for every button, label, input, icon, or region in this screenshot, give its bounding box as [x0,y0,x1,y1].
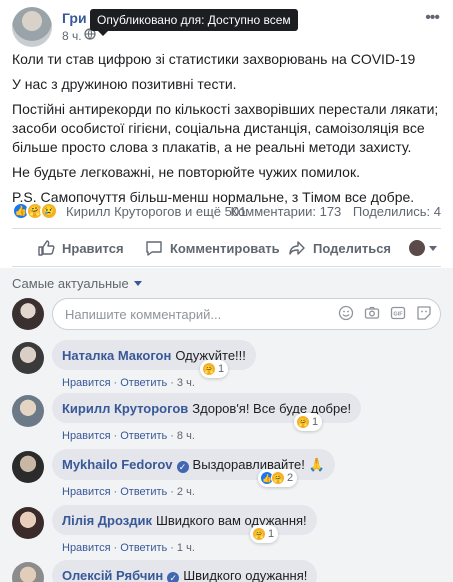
comment-author[interactable]: Кирилл Круторогов [62,401,188,416]
comment-meta: Нравится · Ответить · 3 ч. [62,377,195,389]
comment-reactions[interactable]: 🤗 1 [250,525,279,543]
comment-author[interactable]: Наталка Макогон [62,348,171,363]
verified-badge-icon: ✓ [167,572,180,582]
audience-tooltip: Опубликовано для: Доступно всем [90,9,298,36]
comment-meta: Нравится · Ответить · 1 ч. [62,542,195,554]
reaction-count: 1 [312,416,319,428]
comment-item: Олексій Рябчин ✓ Швидкого одужання! [12,560,441,582]
comment-like-link[interactable]: Нравится [62,542,111,554]
comment-author[interactable]: Mykhailo Fedorov [62,457,173,472]
comment-button[interactable]: Комментировать [145,232,280,264]
comment-icon [146,241,162,256]
comment-like-link[interactable]: Нравится [62,486,111,498]
like-button[interactable]: Нравится [37,232,124,264]
post-paragraph: У нас з дружиною позитивні тести. [12,76,237,92]
comment-meta: Нравится · Ответить · 8 ч. [62,430,195,442]
chevron-down-icon [133,281,142,286]
comment-item: Наталка Макогон Одужуйте!!! 🤗 1 Нравится ·… [12,340,441,390]
care-reaction-icon: 🤗 [296,415,310,429]
comment-reactions[interactable]: 🤗 1 [200,360,229,378]
comments-section: Самые актуальные GIF [0,268,453,582]
svg-text:GIF: GIF [393,312,403,318]
reactions-summary: 👍 🤗 😢 Кирилл Круторогов и ещё 501 Коммен… [12,202,441,222]
comment-reactions[interactable]: 🤗 1 [294,413,323,431]
comment-author[interactable]: Олексій Рябчин [62,568,163,582]
comment-reply-link[interactable]: Ответить [120,542,167,554]
comment-time[interactable]: 1 ч. [177,542,195,554]
care-reaction-icon: 🤗 [252,527,266,541]
sad-reaction-icon: 😢 [40,202,58,220]
comment-author[interactable]: Лілія Дроздик [62,513,152,528]
commenter-avatar[interactable] [12,395,44,427]
share-button-label: Поделиться [313,240,392,256]
post-paragraph: Коли ти став цифрою зі статистики захвор… [12,51,416,67]
comment-text: Швидкого вам одужання! [155,513,307,528]
comment-reply-link[interactable]: Ответить [120,430,167,442]
chevron-down-icon [429,245,437,251]
comment-reply-link[interactable]: Ответить [120,486,167,498]
author-avatar[interactable] [12,7,52,47]
comment-item: Mykhailo Fedorov ✓ Выздоравливайте! 🙏 👍 🤗 … [12,449,441,499]
comment-time[interactable]: 8 ч. [177,430,195,442]
post-paragraph: Не будьте легковажні, не повторюйте чужи… [12,164,360,180]
gif-icon[interactable]: GIF [389,304,407,322]
shares-count-link[interactable]: Поделились: 4 [353,204,441,219]
post-counts: Комментарии: 173 Поделились: 4 [222,204,441,219]
comment-like-link[interactable]: Нравится [62,430,111,442]
reaction-icons[interactable]: 👍 🤗 😢 [12,202,58,220]
comment-composer: GIF [12,298,441,330]
comment-item: Лілія Дроздик Швидкого вам одужання! 🤗 1 … [12,505,441,555]
post-text: Коли ти став цифрою зі статистики захвор… [12,50,442,213]
emoji-icon[interactable] [337,304,355,322]
post-card: Гри 8 ч. Опубликовано для: Доступно всем… [0,0,453,582]
author-name[interactable]: Гри [62,10,87,26]
comments-count-link[interactable]: Комментарии: 173 [230,204,341,219]
comment-item: Кирилл Круторогов Здоров'я! Все буде добр… [12,393,441,443]
composer-icons: GIF [337,304,433,322]
like-button-label: Нравится [62,240,124,256]
comment-text: Швидкого одужання! [183,568,308,582]
verified-badge-icon: ✓ [176,461,189,473]
commenter-avatar[interactable] [12,342,44,374]
share-icon [289,241,305,255]
thumbs-up-icon [38,240,55,256]
camera-icon[interactable] [363,304,381,322]
comment-bubble: Олексій Рябчин ✓ Швидкого одужання! [52,560,318,582]
care-reaction-icon: 🤗 [271,471,285,485]
comment-like-link[interactable]: Нравится [62,377,111,389]
commenter-avatar[interactable] [12,562,44,582]
comment-time[interactable]: 2 ч. [177,486,195,498]
current-user-avatar [12,298,44,330]
more-options-icon[interactable]: ••• [425,9,440,27]
commenter-avatar[interactable] [12,507,44,539]
profile-avatar [409,240,425,256]
post-header: Гри 8 ч. Опубликовано для: Доступно всем… [12,7,445,47]
comment-time[interactable]: 3 ч. [177,377,195,389]
comment-text: Здоров'я! Все буде добре! [192,401,352,416]
comment-sort-dropdown[interactable]: Самые актуальные [12,276,142,291]
comment-meta: Нравится · Ответить · 2 ч. [62,486,195,498]
reaction-count: 1 [218,363,225,375]
divider [12,266,441,267]
sticker-icon[interactable] [415,304,433,322]
commenter-avatar[interactable] [12,451,44,483]
post-paragraph: Постійні антирекорди по кількості захвор… [12,101,439,155]
reactions-names-link[interactable]: Кирилл Круторогов и ещё 501 [66,204,246,219]
comment-reactions[interactable]: 👍 🤗 2 [258,469,298,487]
comment-text: Выздоравливайте! 🙏 [192,457,325,472]
comment-reply-link[interactable]: Ответить [120,377,167,389]
post-timestamp[interactable]: 8 ч. [62,29,82,43]
action-bar: Нравится Комментировать Поделиться [12,232,441,264]
share-button[interactable]: Поделиться [288,232,391,264]
comment-button-label: Комментировать [170,240,280,256]
reaction-profile-selector[interactable] [409,240,437,256]
divider [12,228,441,229]
reaction-count: 1 [268,528,275,540]
sort-label: Самые актуальные [12,276,129,291]
care-reaction-icon: 🤗 [202,362,216,376]
reaction-count: 2 [287,472,294,484]
